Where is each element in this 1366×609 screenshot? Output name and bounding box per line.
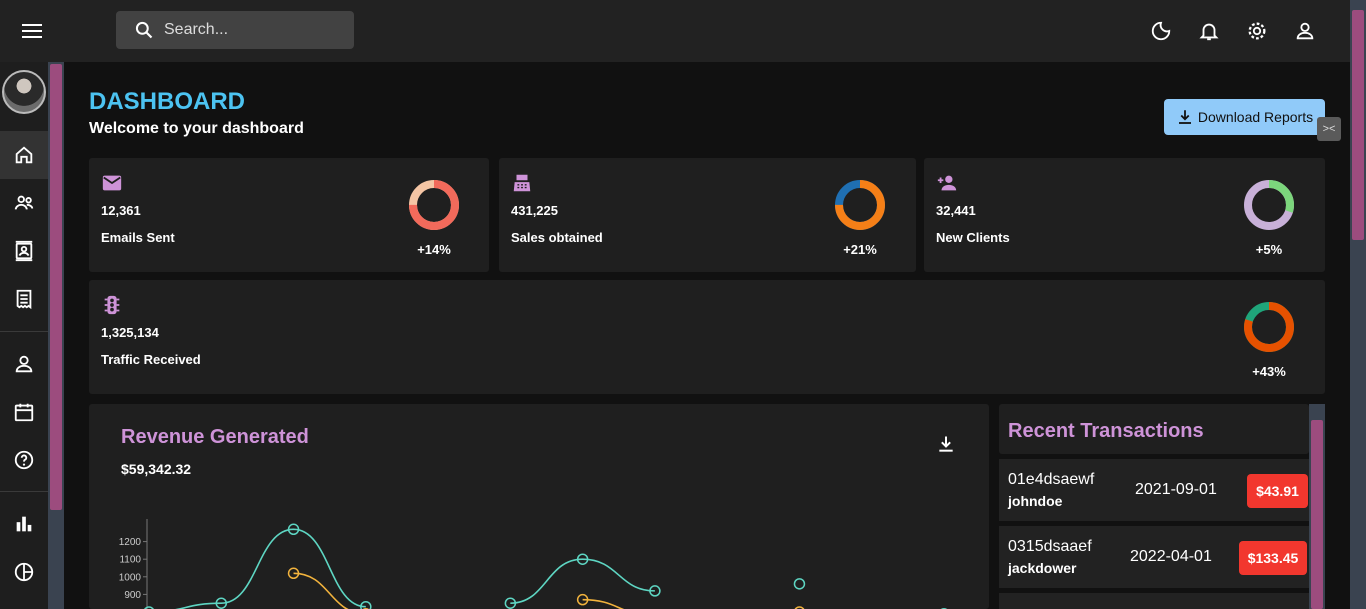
sidebar-item-faq[interactable] [0,436,48,484]
gear-icon [1248,22,1266,40]
avatar [2,70,46,114]
revenue-download-button[interactable] [932,430,960,458]
download-icon [939,436,953,452]
stat-pct: +21% [843,242,877,257]
page-subtitle: Welcome to your dashboard [89,120,304,137]
sidebar-divider [0,491,48,492]
bar-chart-icon [16,516,32,532]
transactions-scrollbar-thumb[interactable] [1311,420,1323,609]
stat-pct: +14% [417,242,451,257]
transaction-date: 2022-04-01 [1130,548,1212,565]
progress-ring [409,180,459,230]
transaction-row[interactable] [999,593,1309,609]
sidebar-item-team[interactable] [0,179,48,227]
stat-card-sales: 431,225 Sales obtained +21% [499,158,916,272]
stat-pct: +43% [1252,364,1286,379]
series-line [510,558,655,604]
stat-value: 32,441 [936,203,976,218]
stat-pct: +5% [1255,242,1283,257]
page-title: DASHBOARD [89,88,245,115]
settings-button[interactable] [1241,15,1273,47]
collapse-button[interactable]: >< [1317,117,1341,141]
download-reports-label: Download Reports [1197,109,1314,125]
sidebar-item-invoices[interactable] [0,275,48,323]
collapse-icon: >< [1322,123,1336,135]
transaction-row[interactable]: 0315dsaaef jackdower 2022-04-01 $133.45 [999,526,1309,588]
person-icon [1296,22,1314,40]
data-point [360,600,372,609]
transaction-user: johndoe [1008,493,1063,509]
y-tick-label: 900 [124,590,141,601]
menu-icon [22,24,42,38]
sidebar-item-profile[interactable] [0,340,48,388]
y-tick-label: 1000 [119,572,142,583]
transactions-title: Recent Transactions [1008,420,1204,442]
top-bar [0,0,1350,62]
stat-card-clients: 32,441 New Clients +5% [924,158,1325,272]
help-icon [14,450,34,470]
y-tick-label: 1100 [119,555,141,566]
stat-value: 431,225 [511,203,558,218]
stat-card-traffic: 1,325,134 Traffic Received +43% [89,280,1325,394]
stat-label: Sales obtained [511,230,603,245]
transactions-header: Recent Transactions [999,404,1309,454]
person-icon [15,355,33,373]
transaction-id: 0315dsaaef [1008,538,1092,555]
email-icon [102,175,122,191]
transaction-cost: $133.45 [1239,541,1307,575]
revenue-title: Revenue Generated [121,426,309,448]
sidebar-item-pie-chart[interactable] [0,548,48,596]
search-box [116,11,354,49]
sidebar-item-dashboard[interactable] [0,131,48,179]
sidebar-item-calendar[interactable] [0,388,48,436]
data-point [793,578,806,590]
download-icon [1178,110,1191,124]
download-reports-button[interactable]: Download Reports [1164,99,1325,135]
sidebar-scrollbar-thumb[interactable] [50,64,62,510]
stat-label: Emails Sent [101,230,175,245]
transaction-cost: $43.91 [1247,474,1308,508]
revenue-panel: Revenue Generated $59,342.32 900 1000 1100… [89,404,989,609]
stat-label: New Clients [936,230,1010,245]
contacts-icon [15,240,33,262]
revenue-line-chart: 900 1000 1100 1200 [119,519,948,609]
progress-ring [1244,180,1294,230]
profile-button[interactable] [1289,15,1321,47]
stat-value: 12,361 [101,203,141,218]
person-add-icon [937,175,957,191]
dark-mode-button[interactable] [1145,15,1177,47]
transaction-id: 01e4dsaewf [1008,471,1095,488]
home-icon [15,146,33,164]
progress-ring [1244,302,1294,352]
sidebar-item-contacts[interactable] [0,227,48,275]
series-line [582,598,625,609]
bell-icon [1199,23,1219,41]
people-icon [14,195,34,210]
search-input[interactable] [164,21,344,39]
stat-value: 1,325,134 [101,325,159,340]
stat-card-emails: 12,361 Emails Sent +14% [89,158,489,272]
sidebar-divider [0,331,48,332]
transaction-date: 2021-09-01 [1135,481,1217,498]
calendar-icon [14,403,34,422]
transaction-row[interactable]: 01e4dsaewf johndoe 2021-09-01 $43.91 [999,459,1309,521]
stat-label: Traffic Received [101,352,201,367]
notifications-button[interactable] [1193,15,1225,47]
receipt-icon [16,289,32,310]
main-scrollbar-thumb[interactable] [1352,10,1364,240]
revenue-amount: $59,342.32 [121,461,192,477]
menu-button[interactable] [14,15,50,47]
point-of-sale-icon [513,174,531,192]
pie-chart-icon [14,562,34,582]
moon-icon [1151,21,1171,41]
sidebar-item-bar-chart[interactable] [0,500,48,548]
y-tick-label: 1200 [119,537,142,548]
traffic-icon [104,295,120,315]
transaction-user: jackdower [1008,560,1077,576]
search-icon [135,21,153,39]
progress-ring [835,180,885,230]
